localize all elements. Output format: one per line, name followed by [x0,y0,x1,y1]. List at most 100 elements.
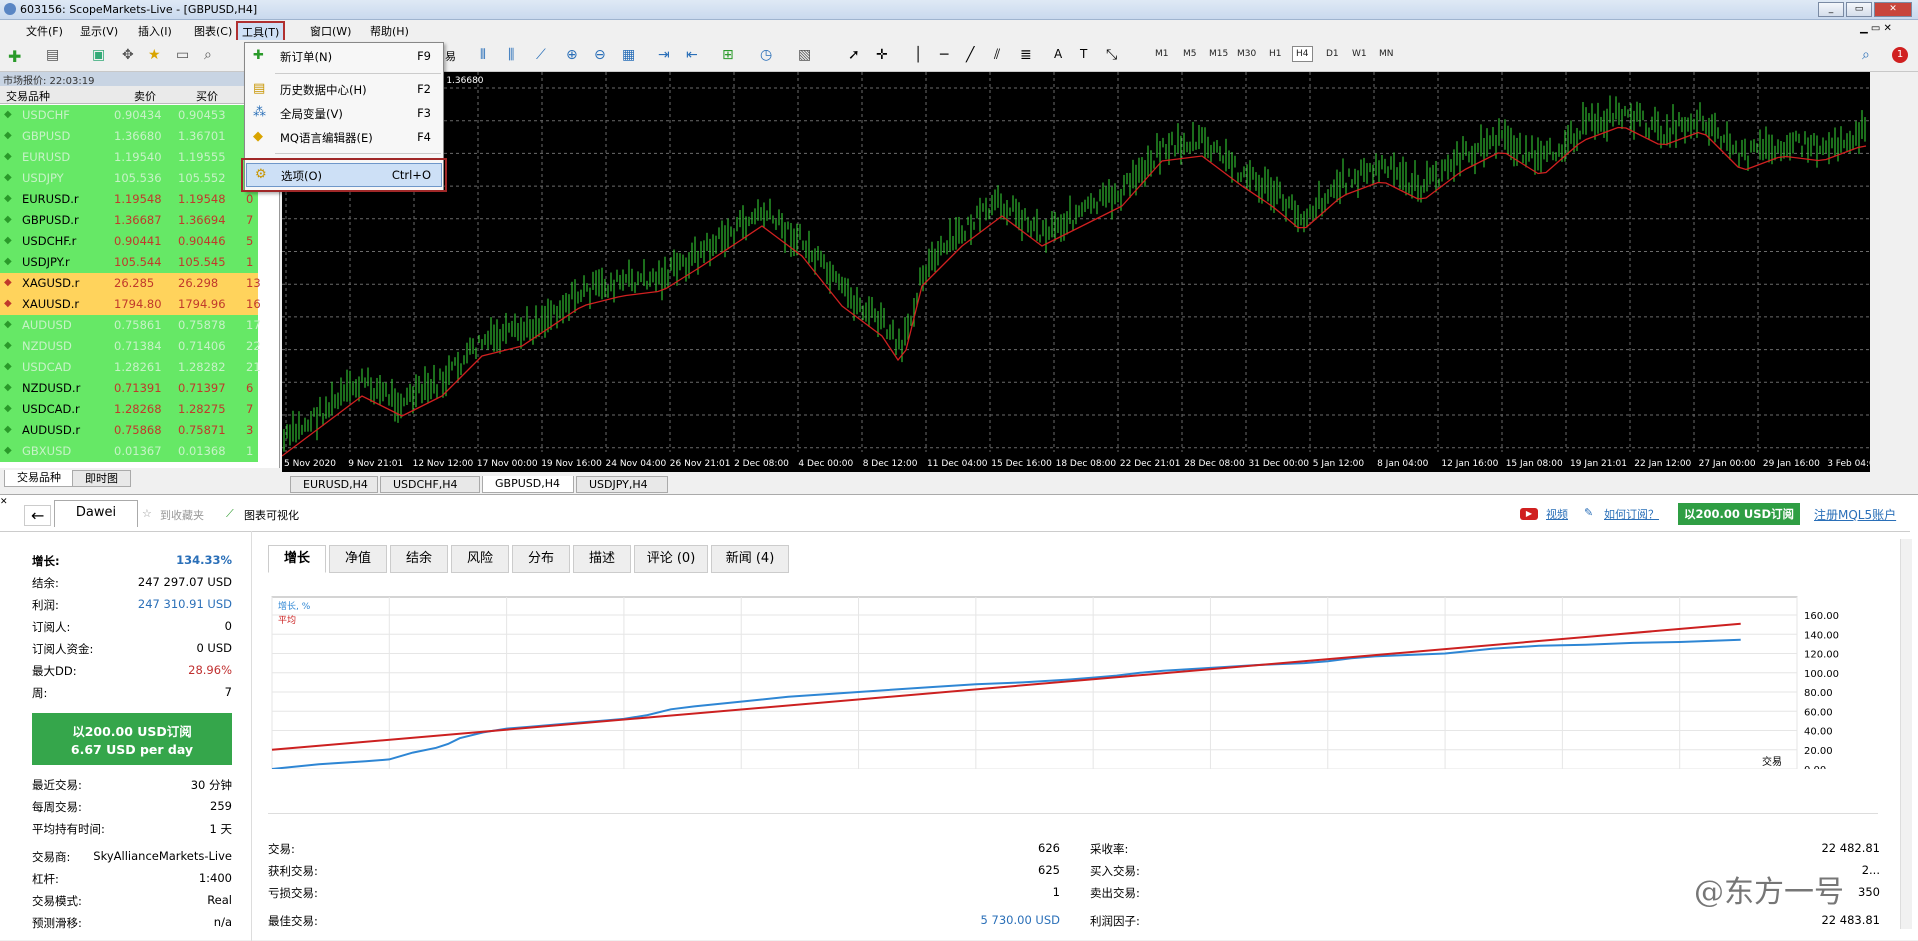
menu-mq-editor[interactable]: ◆ MQ语言编辑器(E) F4 [245,126,443,148]
panel-close-icon[interactable]: ✕ [0,497,8,507]
signal-tab[interactable]: 描述 [573,545,631,573]
subscribe-big-button[interactable]: 以200.00 USD订阅 6.67 USD per day [32,713,232,765]
tf-m30[interactable]: M30 [1237,49,1256,59]
market-row[interactable]: ◆ USDCHF.r 0.90441 0.90446 5 [0,231,258,252]
menu-window[interactable]: 窗口(W) [310,23,351,39]
video-link[interactable]: 视频 [1546,506,1568,522]
tab-symbols[interactable]: 交易品种 [4,470,74,487]
minimize-button[interactable]: _ [1818,2,1844,17]
zoom-in-icon[interactable]: ⊕ [566,47,584,65]
add-favorite-link[interactable]: 到收藏夹 [160,507,204,523]
register-link[interactable]: 注册MQL5账户 [1814,506,1896,523]
market-row[interactable]: ◆ USDCAD.r 1.28268 1.28275 7 [0,399,258,420]
vertical-line-icon[interactable]: │ [914,47,932,65]
market-row[interactable]: ◆ USDCAD 1.28261 1.28282 21 [0,357,261,378]
signal-tab[interactable]: 增长 [268,545,326,573]
chart-tab[interactable]: USDJPY,H4 [576,476,668,493]
tab-tick-chart[interactable]: 即时图 [72,470,131,487]
notification-badge[interactable]: 1 [1892,47,1908,63]
data-window-icon[interactable]: ✥ [122,47,140,65]
menu-insert[interactable]: 插入(I) [138,23,172,39]
market-row[interactable]: ◆ GBPUSD.r 1.36687 1.36694 7 [0,210,258,231]
market-row[interactable]: ◆ AUDUSD.r 0.75868 0.75871 3 [0,420,258,441]
chart-shift-icon[interactable]: ⇤ [686,47,704,65]
market-row[interactable]: ◆ NZDUSD.r 0.71391 0.71397 6 [0,378,258,399]
templates-icon[interactable]: ▧ [798,47,816,65]
autoscroll-icon[interactable]: ⇥ [658,47,676,65]
chart-tab[interactable]: USDCHF,H4 [380,476,480,493]
restore-button[interactable]: ▭ [1846,2,1872,17]
label-icon[interactable]: T [1080,47,1098,65]
tf-m5[interactable]: M5 [1183,49,1197,59]
signal-tab[interactable]: 评论 (0) [634,545,708,573]
periods-icon[interactable]: ◷ [760,47,778,65]
tf-h1[interactable]: H1 [1269,49,1282,59]
col-ask[interactable]: 买价 [196,88,218,104]
signal-tab[interactable]: 风险 [451,545,509,573]
scrollbar[interactable] [1900,539,1912,929]
menu-global-variables[interactable]: ⁂ 全局变量(V) F3 [245,102,443,124]
market-row[interactable]: ◆ GBXUSD 0.01367 0.01368 1 [0,441,258,462]
growth-chart[interactable]: 0.00 20.00 40.00 60.00 80.00 100.00 120.00 140.… [268,589,1848,769]
mdi-controls[interactable]: ▁ ▭ ✕ [1860,23,1892,34]
market-row[interactable]: ◆ EURUSD.r 1.19548 1.19548 0 [0,189,258,210]
tile-icon[interactable]: ▦ [622,47,640,65]
signal-name-tab[interactable]: Dawei [54,500,138,527]
menu-help[interactable]: 帮助(H) [370,23,409,39]
col-symbol[interactable]: 交易品种 [6,88,50,104]
cursor-icon[interactable]: ➚ [848,47,866,65]
horizontal-line-icon[interactable]: ─ [940,47,958,65]
tester-icon[interactable]: ⌕ [204,47,222,65]
chart-tab[interactable]: GBPUSD,H4 [482,476,574,493]
menu-options[interactable]: ⚙ 选项(O) Ctrl+O [241,158,447,192]
line-chart-icon[interactable]: ⟋ [536,47,554,65]
how-to-subscribe-link[interactable]: 如何订阅？ [1604,506,1659,522]
menu-history-center[interactable]: ▤ 历史数据中心(H) F2 [245,78,443,100]
new-chart-icon[interactable]: ✚ [8,47,26,66]
market-row[interactable]: ◆ XAGUSD.r 26.285 26.298 13 [0,273,261,294]
back-button[interactable]: ← [24,505,52,526]
indicators-icon[interactable]: ⊞ [722,47,740,65]
search-icon[interactable]: ⌕ [1862,47,1880,65]
menu-view[interactable]: 显示(V) [80,23,118,39]
bar-chart-icon[interactable]: ⫴ [480,47,498,65]
market-watch-icon[interactable]: ▣ [92,47,110,65]
signal-tab[interactable]: 净值 [329,545,387,573]
visualize-link[interactable]: 图表可视化 [244,507,299,523]
market-row[interactable]: ◆USDJPY105.536105.5521 [0,168,258,189]
candle-icon[interactable]: ⫼ [508,47,526,65]
zoom-out-icon[interactable]: ⊖ [594,47,612,65]
market-row[interactable]: ◆EURUSD1.195401.195551 [0,147,258,168]
channel-icon[interactable]: ⫽ [994,47,1012,65]
market-row[interactable]: ◆USDCHF0.904340.904531 [0,105,258,126]
chart-tab[interactable]: EURUSD,H4 [290,476,378,493]
navigator-icon[interactable]: ★ [148,47,166,65]
close-button[interactable]: ✕ [1874,2,1912,17]
signal-tab[interactable]: 新闻 (4) [711,545,789,573]
price-chart[interactable]: 1.376801.370351.363751.357301.350851.344… [281,72,1915,472]
favorite-icon[interactable]: ☆ [142,507,152,520]
price-chart-canvas[interactable]: 1.376801.370351.363751.357301.350851.344… [281,72,1915,472]
tf-h4[interactable]: H4 [1292,46,1313,62]
trendline-icon[interactable]: ╱ [966,47,984,65]
tf-mn[interactable]: MN [1379,49,1394,59]
menu-file[interactable]: 文件(F) [26,23,63,39]
signal-tab[interactable]: 结余 [390,545,448,573]
menu-charts[interactable]: 图表(C) [194,23,232,39]
market-row[interactable]: ◆ USDJPY.r 105.544 105.545 1 [0,252,258,273]
market-row[interactable]: ◆ XAUUSD.r 1794.80 1794.96 16 [0,294,261,315]
tf-d1[interactable]: D1 [1326,49,1339,59]
market-row[interactable]: ◆GBPUSD1.366801.367012 [0,126,258,147]
tf-w1[interactable]: W1 [1352,49,1367,59]
market-row[interactable]: ◆ AUDUSD 0.75861 0.75878 17 [0,315,261,336]
subscribe-top-button[interactable]: 以200.00 USD订阅 [1678,503,1800,525]
tf-m1[interactable]: M1 [1155,49,1169,59]
fibonacci-icon[interactable]: ≣ [1020,47,1038,65]
terminal-icon[interactable]: ▭ [176,47,194,65]
crosshair-icon[interactable]: ✛ [876,47,894,65]
market-row[interactable]: ◆ NZDUSD 0.71384 0.71406 22 [0,336,261,357]
profiles-icon[interactable]: ▤ [46,47,64,65]
signal-tab[interactable]: 分布 [512,545,570,573]
tf-m15[interactable]: M15 [1209,49,1228,59]
arrows-icon[interactable]: ⤡ [1106,47,1124,65]
